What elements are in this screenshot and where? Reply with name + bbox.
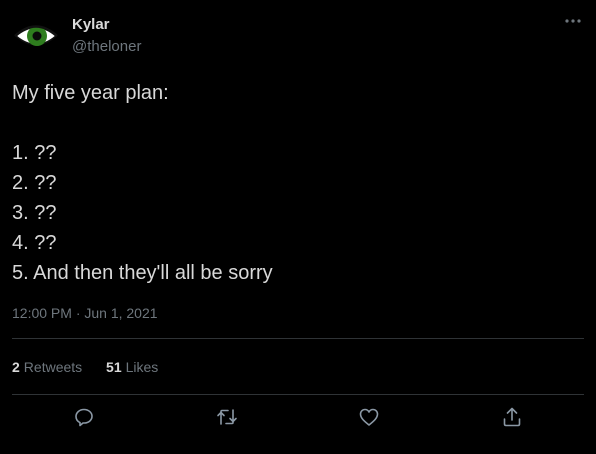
retweets-label: Retweets (23, 359, 83, 375)
likes-stat[interactable]: 51 Likes (106, 358, 158, 376)
likes-label: Likes (125, 359, 159, 375)
reply-icon[interactable] (72, 405, 96, 429)
green-eye-icon (14, 25, 58, 46)
tweet-stats: 2 Retweets 51 Likes (12, 358, 178, 376)
display-name[interactable]: Kylar (72, 16, 110, 34)
divider (12, 394, 584, 395)
like-icon[interactable] (357, 405, 381, 429)
tweet-line (12, 108, 572, 138)
tweet-line: 1. ?? (12, 142, 57, 164)
tweet-line: 4. ?? (12, 232, 57, 254)
avatar[interactable] (14, 17, 58, 55)
tweet-line: 5. And then they'll all be sorry (12, 262, 273, 284)
divider (12, 338, 584, 339)
tweet-timestamp[interactable]: 12:00 PM · Jun 1, 2021 (12, 305, 158, 321)
share-icon[interactable] (500, 405, 524, 429)
tweet-line: My five year plan: (12, 82, 169, 104)
more-options-icon[interactable] (563, 12, 583, 30)
likes-count: 51 (106, 359, 122, 375)
user-handle[interactable]: @theloner (72, 38, 141, 56)
retweets-count: 2 (12, 359, 20, 375)
retweets-stat[interactable]: 2 Retweets (12, 358, 82, 376)
retweet-icon[interactable] (215, 405, 239, 429)
tweet-text: My five year plan: 1. ?? 2. ?? 3. ?? 4. … (12, 78, 572, 288)
tweet-line: 3. ?? (12, 202, 57, 224)
tweet-card: Kylar @theloner My five year plan: 1. ??… (0, 0, 596, 454)
tweet-line: 2. ?? (12, 172, 57, 194)
